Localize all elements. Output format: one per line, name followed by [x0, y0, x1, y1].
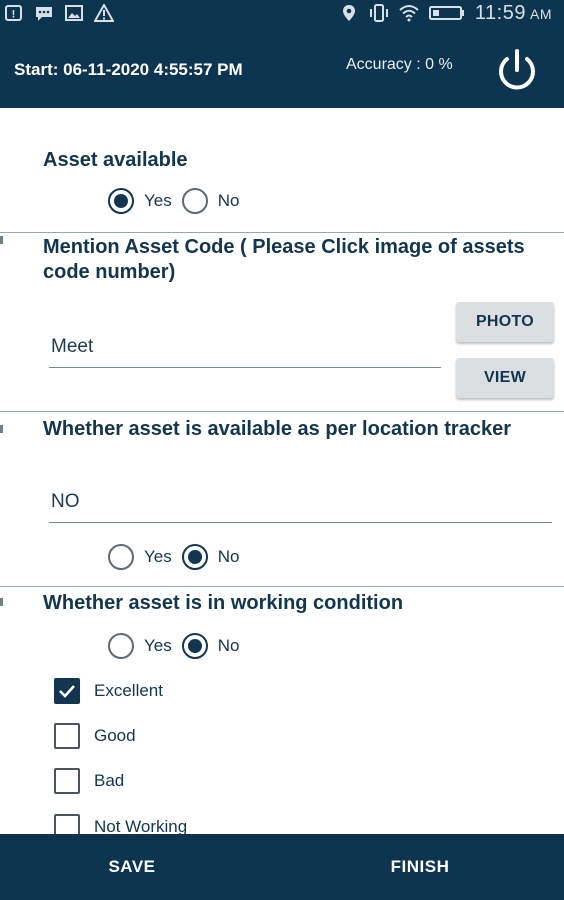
section-divider [0, 411, 564, 412]
save-button[interactable]: SAVE [0, 834, 264, 900]
radio-selected-icon[interactable] [181, 544, 208, 570]
radio-unselected-icon[interactable] [108, 633, 134, 659]
svg-text:!: ! [12, 9, 16, 21]
working-condition-yes-option[interactable]: Yes [108, 633, 172, 659]
condition-not-working-checkbox[interactable]: Not Working [54, 814, 187, 834]
form-content[interactable]: Asset available Yes No Mention Asset Cod… [0, 108, 564, 834]
asset-code-title: Mention Asset Code ( Please Click image … [43, 236, 525, 283]
checkbox-checked-icon[interactable] [54, 678, 80, 704]
location-tracker-field[interactable]: NO [49, 491, 552, 523]
radio-label-yes: Yes [144, 547, 172, 566]
condition-excellent-checkbox[interactable]: Excellent [54, 678, 163, 704]
battery-icon [428, 6, 464, 20]
app-header: Start: 06-11-2020 4:55:57 PM Accuracy : … [0, 26, 564, 108]
condition-bad-checkbox[interactable]: Bad [54, 768, 124, 794]
clock-ampm: AM [530, 5, 552, 22]
bottom-action-bar: SAVE FINISH [0, 834, 564, 900]
condition-label: Excellent [94, 681, 163, 700]
notification-icon: ! [5, 5, 22, 21]
section-divider [0, 586, 564, 587]
warning-icon [94, 4, 114, 22]
location-tracker-yes-option[interactable]: Yes [108, 544, 172, 570]
condition-good-checkbox[interactable]: Good [54, 723, 136, 749]
image-icon [65, 5, 83, 21]
location-tracker-no-option[interactable]: No [181, 544, 240, 570]
power-icon[interactable] [492, 46, 542, 96]
asset-available-yes-option[interactable]: Yes [108, 188, 172, 214]
section-edge-mark [0, 425, 3, 433]
asset-available-radio-group: Yes No [108, 188, 249, 214]
section-edge-mark [0, 598, 3, 606]
view-button[interactable]: VIEW [456, 358, 554, 398]
working-condition-radio-group: Yes No [108, 633, 249, 659]
radio-dot [187, 639, 202, 653]
status-icons-left: ! [0, 4, 114, 22]
photo-button[interactable]: PHOTO [456, 302, 554, 342]
radio-selected-icon[interactable] [108, 188, 134, 214]
checkbox-unchecked-icon[interactable] [54, 814, 80, 834]
working-condition-title: Whether asset is in working condition [43, 592, 404, 614]
radio-label-yes: Yes [144, 636, 172, 655]
asset-available-title: Asset available [43, 149, 188, 171]
asset-code-field[interactable]: Meet [49, 336, 441, 368]
section-divider [0, 232, 564, 233]
vibrate-icon [369, 4, 388, 22]
radio-unselected-icon[interactable] [181, 188, 208, 214]
location-tracker-radio-group: Yes No [108, 544, 249, 570]
checkmark-icon [59, 685, 75, 698]
asset-available-no-option[interactable]: No [181, 188, 240, 214]
condition-label: Bad [94, 771, 125, 790]
location-icon [342, 5, 355, 21]
radio-label-yes: Yes [144, 191, 172, 210]
radio-dot [114, 194, 128, 208]
clock-time: 11:59 [474, 1, 526, 24]
radio-dot [187, 550, 202, 564]
radio-label-no: No [217, 547, 240, 566]
accuracy-label: Accuracy : 0 % [346, 56, 453, 73]
condition-label: Not Working [94, 817, 188, 834]
radio-label-no: No [217, 636, 240, 655]
condition-label: Good [94, 726, 136, 745]
radio-label-no: No [217, 191, 240, 210]
checkbox-unchecked-icon[interactable] [54, 768, 80, 794]
status-clock: 11:59 AM [475, 2, 552, 25]
message-icon [36, 7, 52, 21]
status-icons-right: 11:59 AM [339, 2, 564, 25]
finish-button[interactable]: FINISH [282, 834, 558, 900]
section-edge-mark [0, 236, 3, 244]
radio-selected-icon[interactable] [181, 633, 208, 659]
wifi-icon [399, 5, 419, 22]
working-condition-no-option[interactable]: No [181, 633, 240, 659]
start-time-label: Start: 06-11-2020 4:55:57 PM [14, 60, 243, 79]
location-tracker-title: Whether asset is available as per locati… [43, 418, 511, 440]
radio-unselected-icon[interactable] [108, 544, 134, 570]
checkbox-unchecked-icon[interactable] [54, 723, 80, 749]
status-bar: ! 11:59 AM [0, 0, 564, 26]
